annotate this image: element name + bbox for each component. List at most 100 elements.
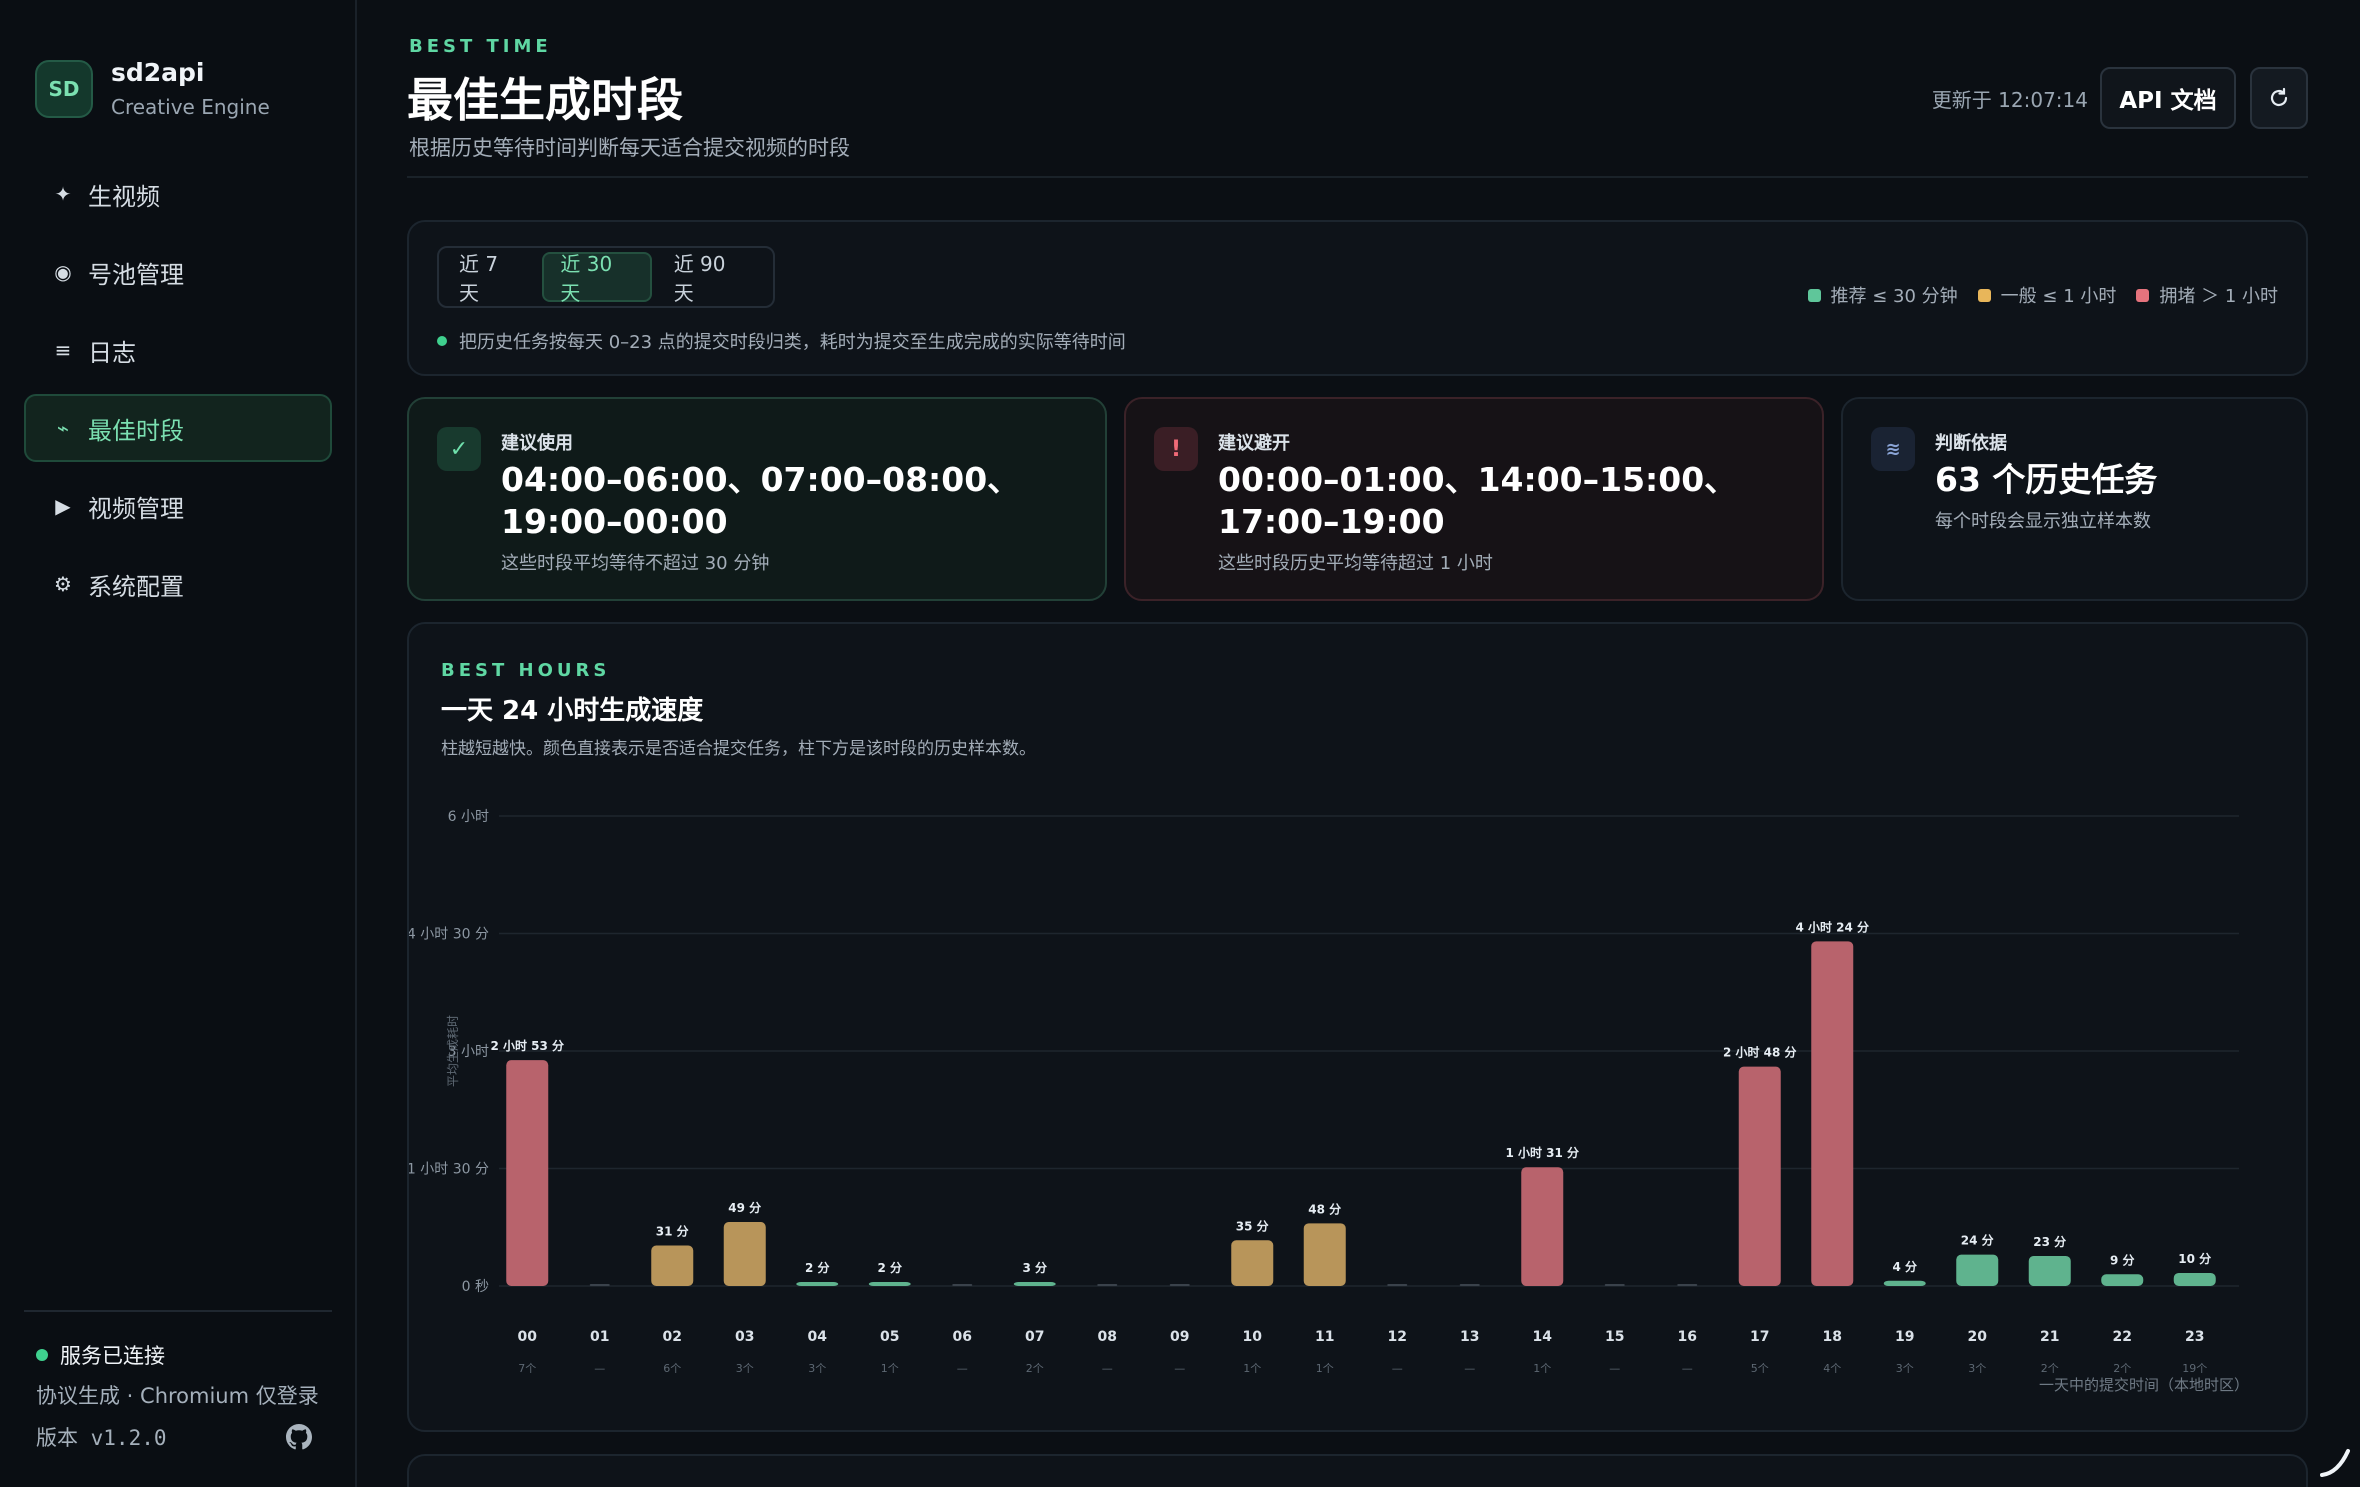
sample-count-label: — [1102,1362,1113,1375]
sample-count-label: 1个 [1243,1362,1261,1375]
header-divider [407,176,2308,178]
pulse-icon: ⌁ [56,416,70,440]
sample-count-label: 2个 [1026,1362,1044,1375]
empty-bar [952,1284,973,1286]
sample-count-label: — [1174,1362,1185,1375]
legend-label: 推荐 ≤ 30 分钟 [1830,286,1958,307]
empty-bar [1097,1284,1118,1286]
sample-count-label: 5个 [1751,1362,1769,1375]
legend: 推荐 ≤ 30 分钟 一般 ≤ 1 小时 拥堵 ＞ 1 小时 [1788,282,2278,308]
x-tick-label: 00 [518,1329,538,1345]
bar-19 [1883,1280,1926,1286]
legend-label: 拥堵 ＞ 1 小时 [2159,286,2278,307]
bar-value-label: 2 小时 53 分 [490,1038,564,1053]
bar-value-label: 2 分 [805,1260,830,1275]
bar-11 [1303,1223,1346,1286]
updated-time: 更新于 12:07:14 [1931,88,2088,112]
x-tick-label: 17 [1750,1329,1769,1345]
sample-count-label: 2个 [2113,1362,2131,1375]
recommend-note: 这些时段平均等待不超过 30 分钟 [501,553,770,574]
filter-note-text: 把历史任务按每天 0–23 点的提交时段归类，耗时为提交至生成完成的实际等待时间 [459,332,1126,353]
empty-bar [1387,1284,1408,1286]
y-tick-label: 6 小时 [448,809,489,825]
sparkle-icon: ✦ [54,182,72,206]
x-tick-label: 02 [663,1329,682,1345]
range-tab-1[interactable]: 近 30 天 [542,252,652,305]
sample-count-label: 1个 [881,1362,899,1375]
refresh-icon [2270,87,2288,107]
api-docs-button[interactable]: API 文档 [2100,67,2236,129]
alert-icon: ! [1154,427,1198,471]
bar-00 [506,1060,549,1286]
bar-07 [1013,1282,1056,1286]
x-tick-label: 19 [1895,1329,1914,1345]
brand[interactable]: SD sd2api Creative Engine [35,58,270,119]
range-tab-0[interactable]: 近 7 天 [443,252,536,305]
sidebar-item-label: 最佳时段 [88,416,184,445]
x-tick-label: 23 [2185,1329,2204,1345]
x-tick-label: 21 [2040,1329,2059,1345]
bar-value-label: 1 小时 31 分 [1505,1145,1579,1160]
sample-count-label: 3个 [736,1362,754,1375]
legend-swatch [2136,288,2150,302]
recommend-card: ✓ 建议使用 04:00–06:00、07:00–08:00、19:00–00:… [407,397,1107,601]
x-tick-label: 03 [735,1329,754,1345]
sample-count-label: — [594,1362,605,1375]
sample-count-label: — [1464,1362,1475,1375]
x-tick-label: 10 [1243,1329,1263,1345]
sidebar-divider [24,1310,332,1312]
bar-23 [2173,1272,2216,1286]
range-tab-2[interactable]: 近 90 天 [658,252,763,305]
range-tabs: 近 7 天近 30 天近 90 天 [437,246,775,308]
sample-count-label: — [1609,1362,1620,1375]
bar-value-label: 4 分 [1892,1259,1917,1274]
sidebar-item-4[interactable]: ▶ 视频管理 [24,472,332,540]
corner-logo-icon [2320,1449,2350,1477]
sidebar-item-label: 系统配置 [88,572,184,601]
sample-count-label: — [1392,1362,1403,1375]
basis-label: 判断依据 [1935,433,2007,454]
legend-item: 拥堵 ＞ 1 小时 [2136,282,2278,308]
sidebar-item-5[interactable]: ⚙ 系统配置 [24,550,332,618]
bar-02 [651,1245,694,1286]
sample-count-label: 2个 [2041,1362,2059,1375]
refresh-button[interactable] [2250,67,2308,129]
bar-17 [1738,1066,1781,1286]
y-axis-label: 平均生成耗时 [446,1015,460,1087]
y-tick-label: 0 秒 [462,1279,489,1295]
status-detail: 协议生成 · Chromium 仅登录 [36,1384,319,1408]
x-tick-label: 04 [808,1329,828,1345]
legend-item: 推荐 ≤ 30 分钟 [1807,282,1958,308]
sidebar-nav: ✦ 生视频 ◉ 号池管理 ≡ 日志 ⌁ 最佳时段 ▶ 视频管理 ⚙ 系统配置 [24,160,332,628]
bar-21 [2028,1255,2071,1286]
empty-bar [1604,1284,1625,1286]
sidebar-item-0[interactable]: ✦ 生视频 [24,160,332,228]
sidebar-item-3[interactable]: ⌁ 最佳时段 [24,394,332,462]
status-dot-icon [36,1349,48,1361]
connection-status: 服务已连接 [36,1340,165,1370]
y-tick-label: 4 小时 30 分 [409,927,489,943]
bar-value-label: 24 分 [1961,1233,1994,1248]
recommend-label: 建议使用 [501,433,573,454]
x-tick-label: 13 [1460,1329,1479,1345]
bar-value-label: 35 分 [1236,1218,1269,1233]
sample-count-label: — [957,1362,968,1375]
sidebar-item-1[interactable]: ◉ 号池管理 [24,238,332,306]
bar-value-label: 3 分 [1022,1260,1047,1275]
version-label: 版本 v1.2.0 [36,1426,167,1450]
avoid-value: 00:00–01:00、14:00–15:00、17:00–19:00 [1218,460,1738,541]
status-label: 服务已连接 [60,1344,165,1368]
x-tick-label: 18 [1823,1329,1842,1345]
x-tick-label: 08 [1098,1329,1117,1345]
list-icon: ≡ [54,338,72,362]
play-icon: ▶ [55,494,71,518]
avoid-label: 建议避开 [1218,433,1290,454]
sidebar-item-label: 视频管理 [88,494,184,523]
sample-count-label: 6个 [663,1362,681,1375]
legend-item: 一般 ≤ 1 小时 [1977,282,2116,308]
hours-bar-chart: 0 秒1 小时 30 分3 小时4 小时 30 分6 小时平均生成耗时 2 小时 … [409,809,2249,1394]
bar-14 [1521,1167,1564,1286]
github-icon[interactable] [286,1424,312,1450]
sidebar-item-2[interactable]: ≡ 日志 [24,316,332,384]
filter-note: 把历史任务按每天 0–23 点的提交时段归类，耗时为提交至生成完成的实际等待时间 [437,328,1126,354]
